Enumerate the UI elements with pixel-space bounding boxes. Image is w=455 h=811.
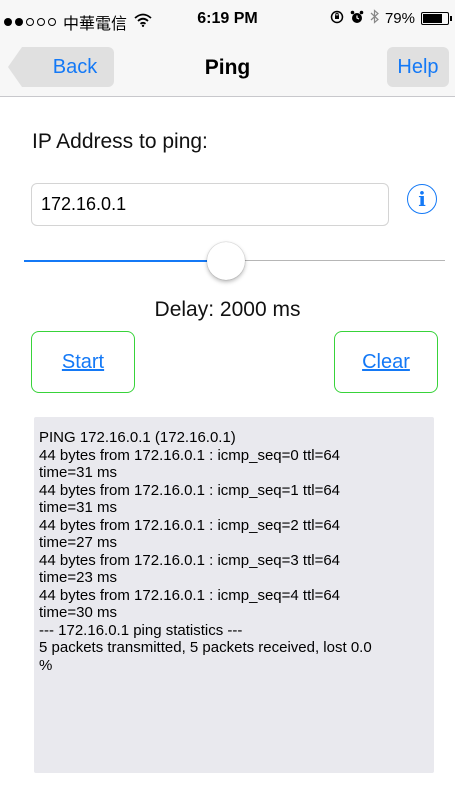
alarm-icon (350, 10, 364, 28)
slider-thumb[interactable] (207, 242, 246, 280)
clear-button-label: Clear (362, 350, 410, 373)
signal-dot (48, 18, 56, 26)
signal-dot (4, 18, 12, 26)
signal-dot (15, 18, 23, 26)
signal-dot (37, 18, 45, 26)
status-right: 79% (330, 9, 452, 28)
bluetooth-icon (370, 9, 379, 28)
delay-label: Delay: 2000 ms (154, 298, 301, 321)
signal-dot (26, 18, 34, 26)
clear-button[interactable]: Clear (334, 331, 438, 393)
navigation-bar: Back Ping Help (0, 40, 455, 97)
status-left: 中華電信 (4, 10, 152, 34)
ping-output-log[interactable]: PING 172.16.0.1 (172.16.0.1) 44 bytes fr… (34, 417, 434, 773)
wifi-icon (134, 13, 152, 31)
carrier-name: 中華電信 (63, 16, 128, 33)
slider-track-empty (226, 260, 445, 261)
rotation-lock-icon (330, 10, 344, 28)
status-bar: 中華電信 6:19 PM 79% (0, 0, 455, 40)
back-button-label: Back (52, 55, 98, 78)
ping-screen: 中華電信 6:19 PM 79% Back Ping Help IP Addre… (0, 0, 455, 811)
start-button[interactable]: Start (31, 331, 135, 393)
battery-level (423, 14, 442, 23)
battery-icon (421, 12, 452, 25)
ip-address-input[interactable]: 172.16.0.1 (31, 183, 389, 226)
info-icon[interactable]: i (407, 184, 437, 214)
delay-slider[interactable] (24, 242, 445, 282)
ip-address-label: IP Address to ping: (32, 130, 208, 153)
slider-track-filled (24, 260, 227, 262)
help-button[interactable]: Help (387, 47, 449, 87)
battery-percent: 79% (384, 10, 415, 27)
back-button[interactable]: Back (8, 47, 114, 87)
start-button-label: Start (61, 350, 105, 373)
help-button-label: Help (397, 55, 439, 78)
